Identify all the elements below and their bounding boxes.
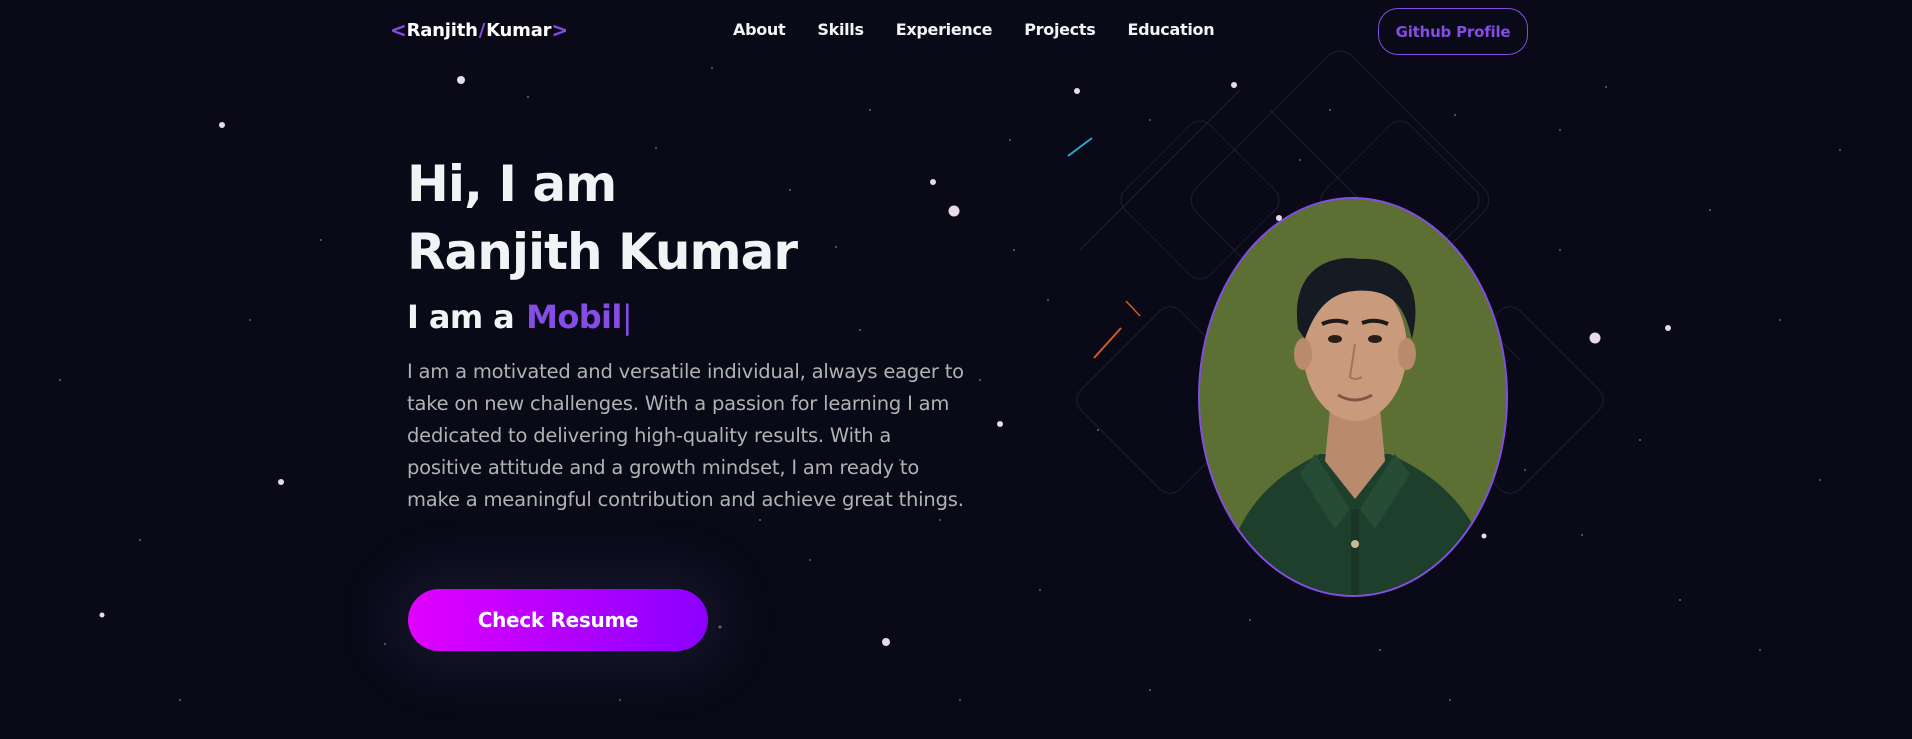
shooting-star [1067, 137, 1093, 157]
nav-link-education[interactable]: Education [1127, 20, 1214, 39]
github-profile-button[interactable]: Github Profile [1378, 8, 1528, 55]
nav-link-skills[interactable]: Skills [817, 20, 864, 39]
logo-slash: / [478, 19, 486, 41]
shooting-star [1125, 300, 1141, 317]
logo-first-name: Ranjith [406, 19, 478, 41]
navbar: < Ranjith / Kumar > About Skills Experie… [0, 0, 1912, 62]
role-typewriter: Mobil| [526, 298, 632, 336]
nav-links: About Skills Experience Projects Educati… [733, 20, 1215, 39]
role-typed-text: Mobil [526, 298, 622, 336]
chevron-right-icon: > [551, 18, 568, 42]
profile-portrait-illustration [1200, 199, 1506, 595]
nav-link-experience[interactable]: Experience [896, 20, 993, 39]
nav-link-projects[interactable]: Projects [1024, 20, 1096, 39]
hero-title-name: Ranjith Kumar [407, 223, 798, 281]
hero-description: I am a motivated and versatile individua… [407, 360, 964, 511]
site-logo[interactable]: < Ranjith / Kumar > [390, 18, 568, 42]
hero-title-line1: Hi, I am [407, 155, 617, 213]
profile-photo [1198, 197, 1508, 597]
chevron-left-icon: < [390, 18, 407, 42]
portfolio-page: < Ranjith / Kumar > About Skills Experie… [0, 0, 1912, 739]
typing-cursor: | [621, 298, 633, 336]
hero-title: Hi, I am Ranjith Kumar [407, 150, 798, 286]
check-resume-button[interactable]: Check Resume [408, 589, 708, 651]
logo-last-name: Kumar [486, 19, 552, 41]
role-prefix: I am a [407, 298, 515, 336]
nav-link-about[interactable]: About [733, 20, 786, 39]
hero-role: I am a Mobil| [407, 298, 633, 336]
